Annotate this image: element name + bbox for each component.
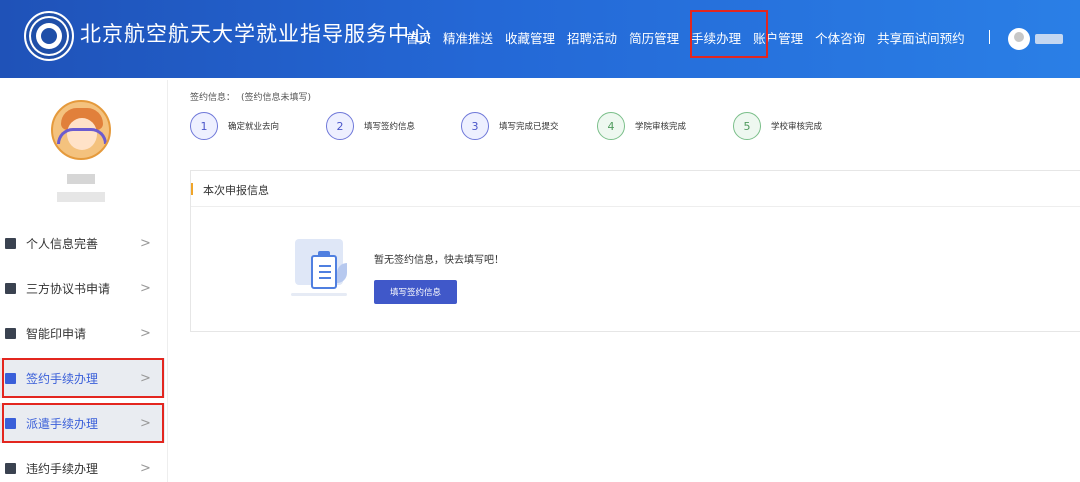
stamp-icon — [5, 327, 16, 339]
university-logo-icon[interactable] — [24, 11, 74, 61]
panel-header: 本次申报信息 — [191, 171, 1080, 207]
nav-resume[interactable]: 简历管理 — [629, 28, 679, 48]
profile-avatar — [51, 100, 111, 160]
step-label: 学院审核完成 — [635, 122, 687, 132]
highlight-box-dispatch — [2, 403, 164, 443]
step-5: 5 学校审核完成 — [733, 112, 822, 140]
user-icon — [5, 237, 16, 249]
step-number: 5 — [733, 112, 761, 140]
empty-clipboard-icon — [287, 233, 351, 301]
step-number: 3 — [461, 112, 489, 140]
nav-consulting[interactable]: 个体咨询 — [815, 28, 865, 48]
sign-info-note: (签约信息未填写) — [241, 93, 312, 103]
chevron-right-icon: > — [140, 280, 151, 296]
panel-accent-bar — [191, 183, 193, 195]
sidebar-item-personal-info[interactable]: 个人信息完善 > — [0, 223, 165, 263]
user-avatar-icon[interactable] — [1008, 28, 1030, 50]
chevron-right-icon: > — [140, 460, 151, 476]
chevron-right-icon: > — [140, 325, 151, 341]
nav-divider — [989, 30, 990, 44]
nav-recruitment[interactable]: 招聘活动 — [567, 28, 617, 48]
step-4: 4 学院审核完成 — [597, 112, 686, 140]
panel-title: 本次申报信息 — [203, 184, 269, 197]
nav-home[interactable]: 首页 — [406, 28, 431, 48]
fill-sign-info-button[interactable]: 填写签约信息 — [374, 280, 457, 304]
nav-interview-room[interactable]: 共享面试间预约 — [877, 28, 965, 48]
step-number: 4 — [597, 112, 625, 140]
top-header: 北京航空航天大学就业指导服务中心 首页 精准推送 收藏管理 招聘活动 简历管理 … — [0, 0, 1080, 78]
sidebar-item-smart-seal[interactable]: 智能印申请 > — [0, 313, 165, 353]
nav-favorites[interactable]: 收藏管理 — [505, 28, 555, 48]
sidebar: 个人信息完善 > 三方协议书申请 > 智能印申请 > 签约手续办理 > 派遣手续… — [0, 80, 168, 482]
step-label: 确定就业去向 — [228, 122, 280, 132]
sidebar-item-breach-procedures[interactable]: 违约手续办理 > — [0, 448, 165, 482]
step-1: 1 确定就业去向 — [190, 112, 279, 140]
sidebar-item-label: 三方协议书申请 — [26, 281, 111, 296]
document-icon — [5, 282, 16, 294]
sidebar-item-tripartite-agreement[interactable]: 三方协议书申请 > — [0, 268, 165, 308]
document-icon — [5, 462, 16, 474]
step-label: 填写完成已提交 — [499, 122, 559, 132]
step-2: 2 填写签约信息 — [326, 112, 415, 140]
empty-state-text: 暂无签约信息，快去填写吧！ — [374, 255, 504, 266]
profile-id — [57, 192, 105, 202]
sign-info-label: 签约信息： — [190, 93, 236, 103]
sign-info-status: 签约信息： (签约信息未填写) — [190, 90, 311, 103]
chevron-right-icon: > — [140, 235, 151, 251]
sidebar-item-label: 违约手续办理 — [26, 461, 99, 476]
site-title[interactable]: 北京航空航天大学就业指导服务中心 — [80, 18, 432, 48]
step-number: 1 — [190, 112, 218, 140]
step-number: 2 — [326, 112, 354, 140]
application-panel: 本次申报信息 暂无签约信息，快去填写吧！ 填写签约信息 — [190, 170, 1080, 332]
step-label: 学校审核完成 — [771, 122, 823, 132]
nav-precise-push[interactable]: 精准推送 — [443, 28, 493, 48]
highlight-box-signing — [2, 358, 164, 398]
highlight-box-nav — [690, 10, 768, 58]
profile-name — [67, 174, 95, 184]
sidebar-item-label: 个人信息完善 — [26, 236, 99, 251]
step-label: 填写签约信息 — [364, 122, 416, 132]
user-name[interactable] — [1035, 34, 1063, 44]
sidebar-item-label: 智能印申请 — [26, 326, 87, 341]
step-3: 3 填写完成已提交 — [461, 112, 559, 140]
